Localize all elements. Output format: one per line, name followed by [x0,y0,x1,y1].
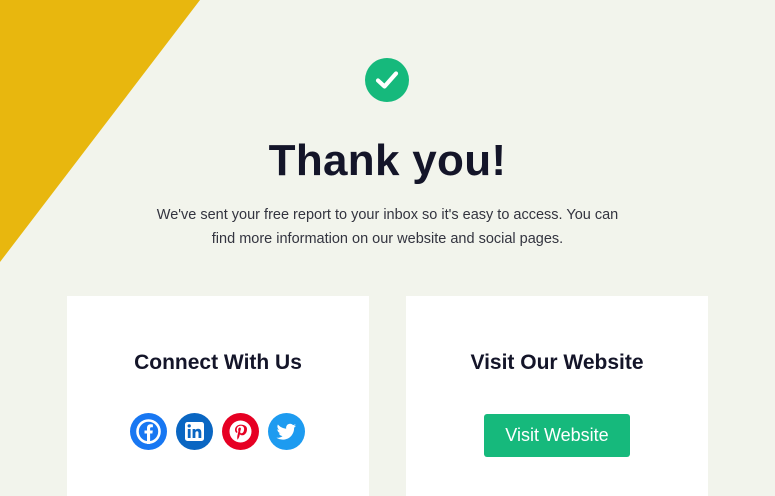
visit-website-card: Visit Our Website Visit Website [406,296,708,496]
facebook-icon[interactable] [130,413,167,450]
confirmation-message: We've sent your free report to your inbo… [156,207,619,247]
social-links [130,413,305,450]
connect-with-us-card: Connect With Us [67,296,369,496]
twitter-icon[interactable] [268,413,305,450]
visit-website-button[interactable]: Visit Website [484,414,630,457]
website-card-title: Visit Our Website [470,351,644,374]
connect-card-title: Connect With Us [134,351,302,374]
linkedin-icon[interactable] [176,413,213,450]
pinterest-icon[interactable] [222,413,259,450]
page-title: Thank you! [268,136,507,185]
check-circle-icon [365,58,409,102]
